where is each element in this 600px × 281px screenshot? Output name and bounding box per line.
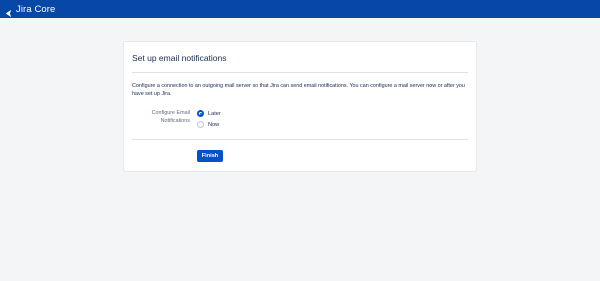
radio-option-now[interactable]: Now <box>197 121 219 128</box>
title-divider <box>132 72 468 73</box>
brand-logo[interactable]: Jira Core <box>4 3 56 17</box>
radio-option-later[interactable]: Later <box>197 110 221 117</box>
radio-now-button[interactable] <box>197 121 204 128</box>
configure-email-label: Configure Email Notifications <box>151 110 190 124</box>
page-title: Set up email notifications <box>132 53 227 63</box>
radio-now-label: Now <box>208 121 220 128</box>
top-navigation-bar: Jira Core <box>0 0 600 18</box>
jira-logo-icon <box>4 5 13 17</box>
radio-later-button[interactable] <box>197 110 204 117</box>
radio-later-label: Later <box>208 110 221 117</box>
email-notifications-panel: Set up email notifications Configure a c… <box>123 41 477 172</box>
finish-button[interactable]: Finish <box>197 150 223 162</box>
footer-divider <box>132 139 468 140</box>
brand-name: Jira Core <box>16 3 56 15</box>
description-text: Configure a connection to an outgoing ma… <box>132 83 465 97</box>
